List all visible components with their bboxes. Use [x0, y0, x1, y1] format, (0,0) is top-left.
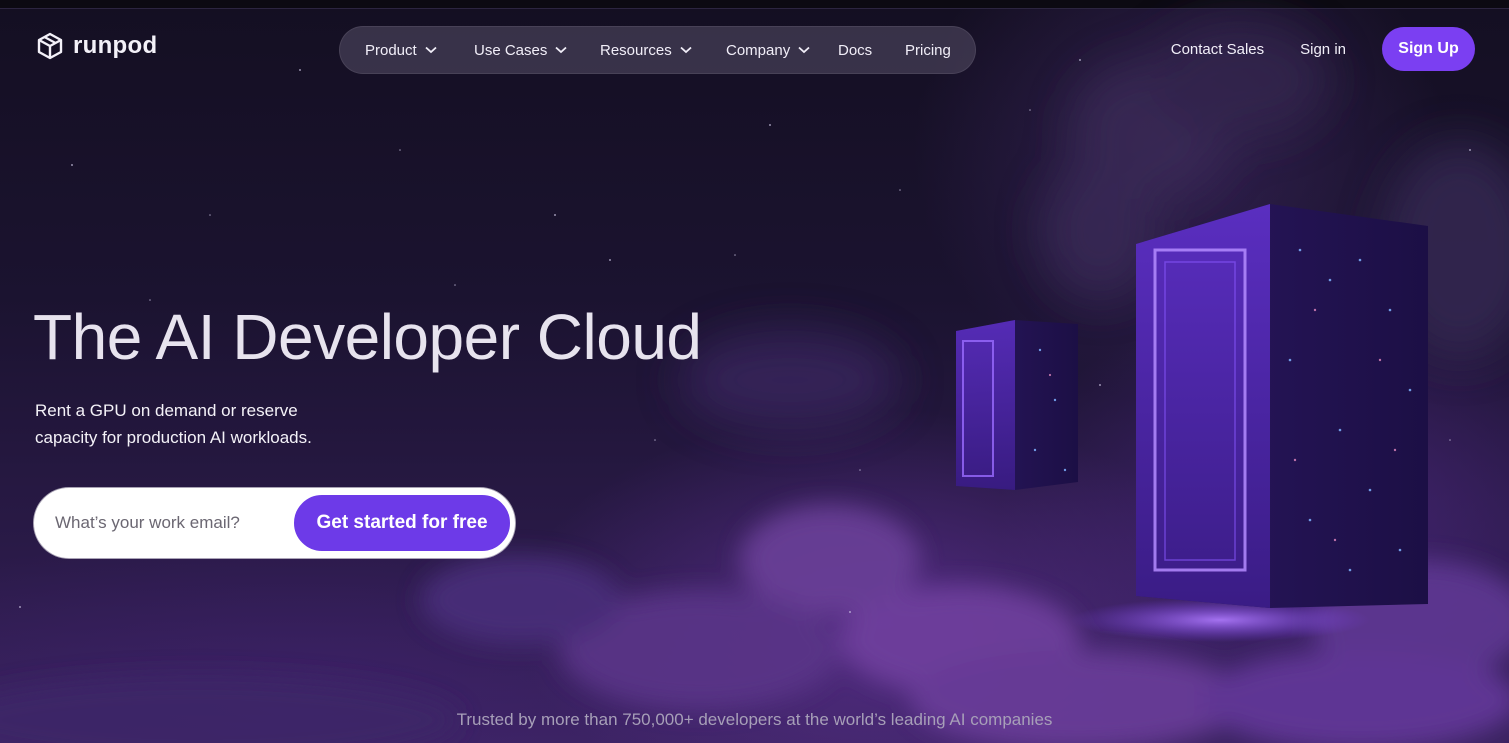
- chevron-down-icon: [555, 46, 567, 54]
- chevron-down-icon: [680, 46, 692, 54]
- main-nav: Product Use Cases Resources Company Docs…: [339, 26, 976, 74]
- brand-logo[interactable]: runpod: [35, 31, 157, 61]
- nav-item-product[interactable]: Product: [365, 42, 474, 59]
- nav-item-label: Company: [726, 41, 791, 59]
- sign-up-button[interactable]: Sign Up: [1382, 27, 1475, 71]
- hero-subtitle-line: Rent a GPU on demand or reserve: [35, 401, 298, 420]
- nav-item-docs[interactable]: Docs: [838, 42, 905, 59]
- sign-in-link[interactable]: Sign in: [1300, 41, 1346, 58]
- brand-name: runpod: [73, 32, 158, 59]
- nav-item-label: Use Cases: [474, 41, 548, 59]
- chevron-down-icon: [425, 46, 437, 54]
- cube-logo-icon: [37, 32, 63, 60]
- work-email-input[interactable]: [55, 491, 285, 555]
- chevron-down-icon: [798, 46, 810, 54]
- nav-item-company[interactable]: Company: [726, 42, 838, 59]
- contact-sales-link[interactable]: Contact Sales: [1171, 41, 1264, 58]
- nav-item-label: Product: [365, 41, 417, 59]
- nav-item-pricing[interactable]: Pricing: [905, 42, 951, 59]
- nav-item-use-cases[interactable]: Use Cases: [474, 42, 600, 59]
- gpu-server-illustration: [956, 204, 1428, 642]
- signup-email-form: Get started for free: [34, 488, 515, 558]
- page: runpod Product Use Cases Resources Compa…: [0, 0, 1509, 743]
- trusted-by-text: Trusted by more than 750,000+ developers…: [456, 710, 1053, 729]
- nav-item-label: Pricing: [905, 41, 951, 59]
- nav-item-label: Docs: [838, 41, 873, 59]
- hero-subtitle-line: capacity for production AI workloads.: [35, 428, 312, 447]
- nav-item-label: Resources: [600, 41, 672, 59]
- nav-item-resources[interactable]: Resources: [600, 42, 726, 59]
- account-nav: Contact Sales Sign in Sign Up: [1171, 27, 1475, 71]
- hero-title: The AI Developer Cloud: [33, 301, 702, 373]
- hero-subtitle: Rent a GPU on demand or reserve capacity…: [35, 397, 365, 451]
- get-started-button[interactable]: Get started for free: [292, 493, 512, 553]
